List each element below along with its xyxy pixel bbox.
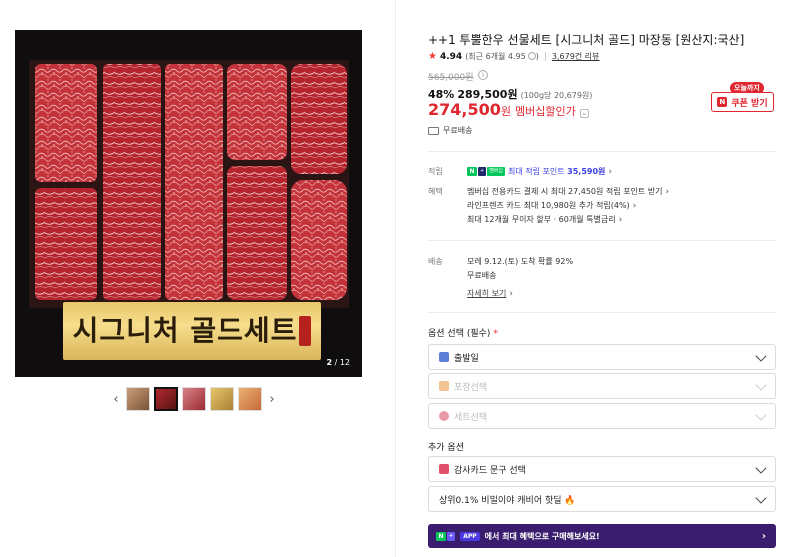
section-divider xyxy=(428,312,776,313)
chevron-down-icon xyxy=(755,379,767,391)
set-select[interactable]: 세트선택 xyxy=(428,403,776,429)
info-icon[interactable] xyxy=(527,52,536,60)
chevron-right-icon: › xyxy=(509,288,513,299)
calendar-icon xyxy=(439,352,449,362)
naver-plus-icon: N + xyxy=(436,531,456,541)
chevron-down-icon[interactable]: ⌄ xyxy=(579,109,589,118)
benefit-label: 혜택 xyxy=(428,187,443,196)
detail-link-text: 자세히 보기 xyxy=(467,289,507,298)
rating-score: 4.94 xyxy=(439,51,463,62)
final-price: 274,500원 xyxy=(428,100,511,119)
coupon-button-label: 쿠폰 받기 xyxy=(731,98,768,109)
free-shipping-row: 무료배송 xyxy=(428,125,472,136)
image-counter: 2 / 12 xyxy=(326,358,350,367)
rating-recent: (최근 6개월 4.95) xyxy=(465,52,539,61)
thumbnail[interactable] xyxy=(238,387,262,411)
thumbnail-strip: ‹ › xyxy=(110,386,278,412)
section-divider xyxy=(428,151,776,152)
benefit-text: 최대 12개월 무이자 할부 · 60개월 특별금리 xyxy=(467,215,616,224)
star-icon: ★ xyxy=(428,51,437,62)
points-text: 최대 적립 포인트 35,590원 xyxy=(508,167,606,176)
review-count-link[interactable]: 3,679건 리뷰 xyxy=(552,51,600,62)
chevron-down-icon xyxy=(755,492,767,504)
chevron-right-icon: › xyxy=(608,166,613,177)
rating-row: ★ 4.94 (최근 6개월 4.95) 3,679건 리뷰 xyxy=(428,51,599,62)
truck-icon xyxy=(428,126,439,135)
chevron-right-icon: › xyxy=(632,200,637,211)
product-main-image[interactable]: 시그니처 골드세트 2 / 12 xyxy=(15,30,362,377)
points-row[interactable]: N + 멤버십 최대 적립 포인트 35,590원 › xyxy=(467,166,612,177)
get-coupon-button[interactable]: N 쿠폰 받기 xyxy=(711,92,774,112)
select-label: 상위0.1% 비밀이야 캐비어 핫딜 🔥 xyxy=(439,495,576,506)
meat-icon xyxy=(439,411,449,421)
chevron-down-icon xyxy=(755,409,767,421)
section-divider xyxy=(428,240,776,241)
points-label: 적립 xyxy=(428,167,443,176)
app-badge: APP xyxy=(460,531,480,541)
extra-options-title: 추가 옵션 xyxy=(428,443,464,453)
price-info-icon[interactable]: i xyxy=(478,70,488,80)
final-price-row: 274,500원 멤버십할인가 ⌄ xyxy=(428,100,589,119)
caviar-deal-select[interactable]: 상위0.1% 비밀이야 캐비어 핫딜 🔥 xyxy=(428,486,776,512)
select-label: 포장선택 xyxy=(454,382,488,393)
gold-banner-text: 시그니처 골드세트 xyxy=(72,314,298,347)
app-promo-banner[interactable]: N + APP 에서 최대 혜택으로 구매해보세요! › xyxy=(428,524,776,548)
rating-separator xyxy=(544,52,546,61)
gift-icon xyxy=(439,381,449,391)
chevron-right-icon: › xyxy=(665,186,670,197)
member-discount-label: 멤버십할인가 xyxy=(515,105,576,118)
benefit-line[interactable]: 라인프렌즈 카드 최대 10,980원 추가 적립(4%) › xyxy=(467,200,636,211)
product-title: ++1 투뿔한우 선물세트 [시그니처 골드] 마장동 [원산지:국산] xyxy=(428,33,745,47)
heart-card-icon xyxy=(439,464,449,474)
select-label: 출발일 xyxy=(454,353,479,364)
chevron-right-icon: › xyxy=(618,214,623,225)
shipping-arrival: 모레 9.12.(토) 도착 확률 92% xyxy=(467,257,574,266)
thumb-next-button[interactable]: › xyxy=(266,389,278,409)
chevron-right-icon: › xyxy=(761,530,766,542)
naver-n-icon: N xyxy=(717,97,728,107)
naverpay-badge-icon: N + 멤버십 xyxy=(467,167,506,176)
shipping-detail-link[interactable]: 자세히 보기 › xyxy=(467,288,513,299)
counter-current: 2 xyxy=(326,358,333,367)
thanks-card-select[interactable]: 감사카드 문구 선택 xyxy=(428,456,776,482)
benefit-line[interactable]: 최대 12개월 무이자 할부 · 60개월 특별금리 › xyxy=(467,214,622,225)
select-label: 감사카드 문구 선택 xyxy=(454,465,526,476)
thumbnail-active[interactable] xyxy=(154,387,178,411)
banner-text: 에서 최대 혜택으로 구매해보세요! xyxy=(484,531,600,541)
options-title: 옵션 선택 (필수) * xyxy=(428,329,498,339)
chevron-down-icon xyxy=(755,350,767,362)
original-price: 565,000원 xyxy=(428,73,474,83)
shipping-fee: 무료배송 xyxy=(467,271,497,280)
thumb-prev-button[interactable]: ‹ xyxy=(110,389,122,409)
departure-date-select[interactable]: 출발일 xyxy=(428,344,776,370)
thumbnail[interactable] xyxy=(126,387,150,411)
shipping-label: 배송 xyxy=(428,257,443,266)
free-shipping-text: 무료배송 xyxy=(443,126,473,135)
thumbnail[interactable] xyxy=(210,387,234,411)
benefit-text: 멤버십 전용카드 결제 시 최대 27,450원 적립 포인트 받기 xyxy=(467,187,663,196)
select-label: 세트선택 xyxy=(454,412,488,423)
chevron-down-icon xyxy=(755,462,767,474)
benefit-text: 라인프렌즈 카드 최대 10,980원 추가 적립(4%) xyxy=(467,201,630,210)
red-seal xyxy=(299,316,311,346)
column-divider xyxy=(395,0,396,557)
counter-total: 12 xyxy=(339,358,350,367)
benefit-line[interactable]: 멤버십 전용카드 결제 시 최대 27,450원 적립 포인트 받기 › xyxy=(467,186,669,197)
thumbnail[interactable] xyxy=(182,387,206,411)
packaging-select[interactable]: 포장선택 xyxy=(428,373,776,399)
